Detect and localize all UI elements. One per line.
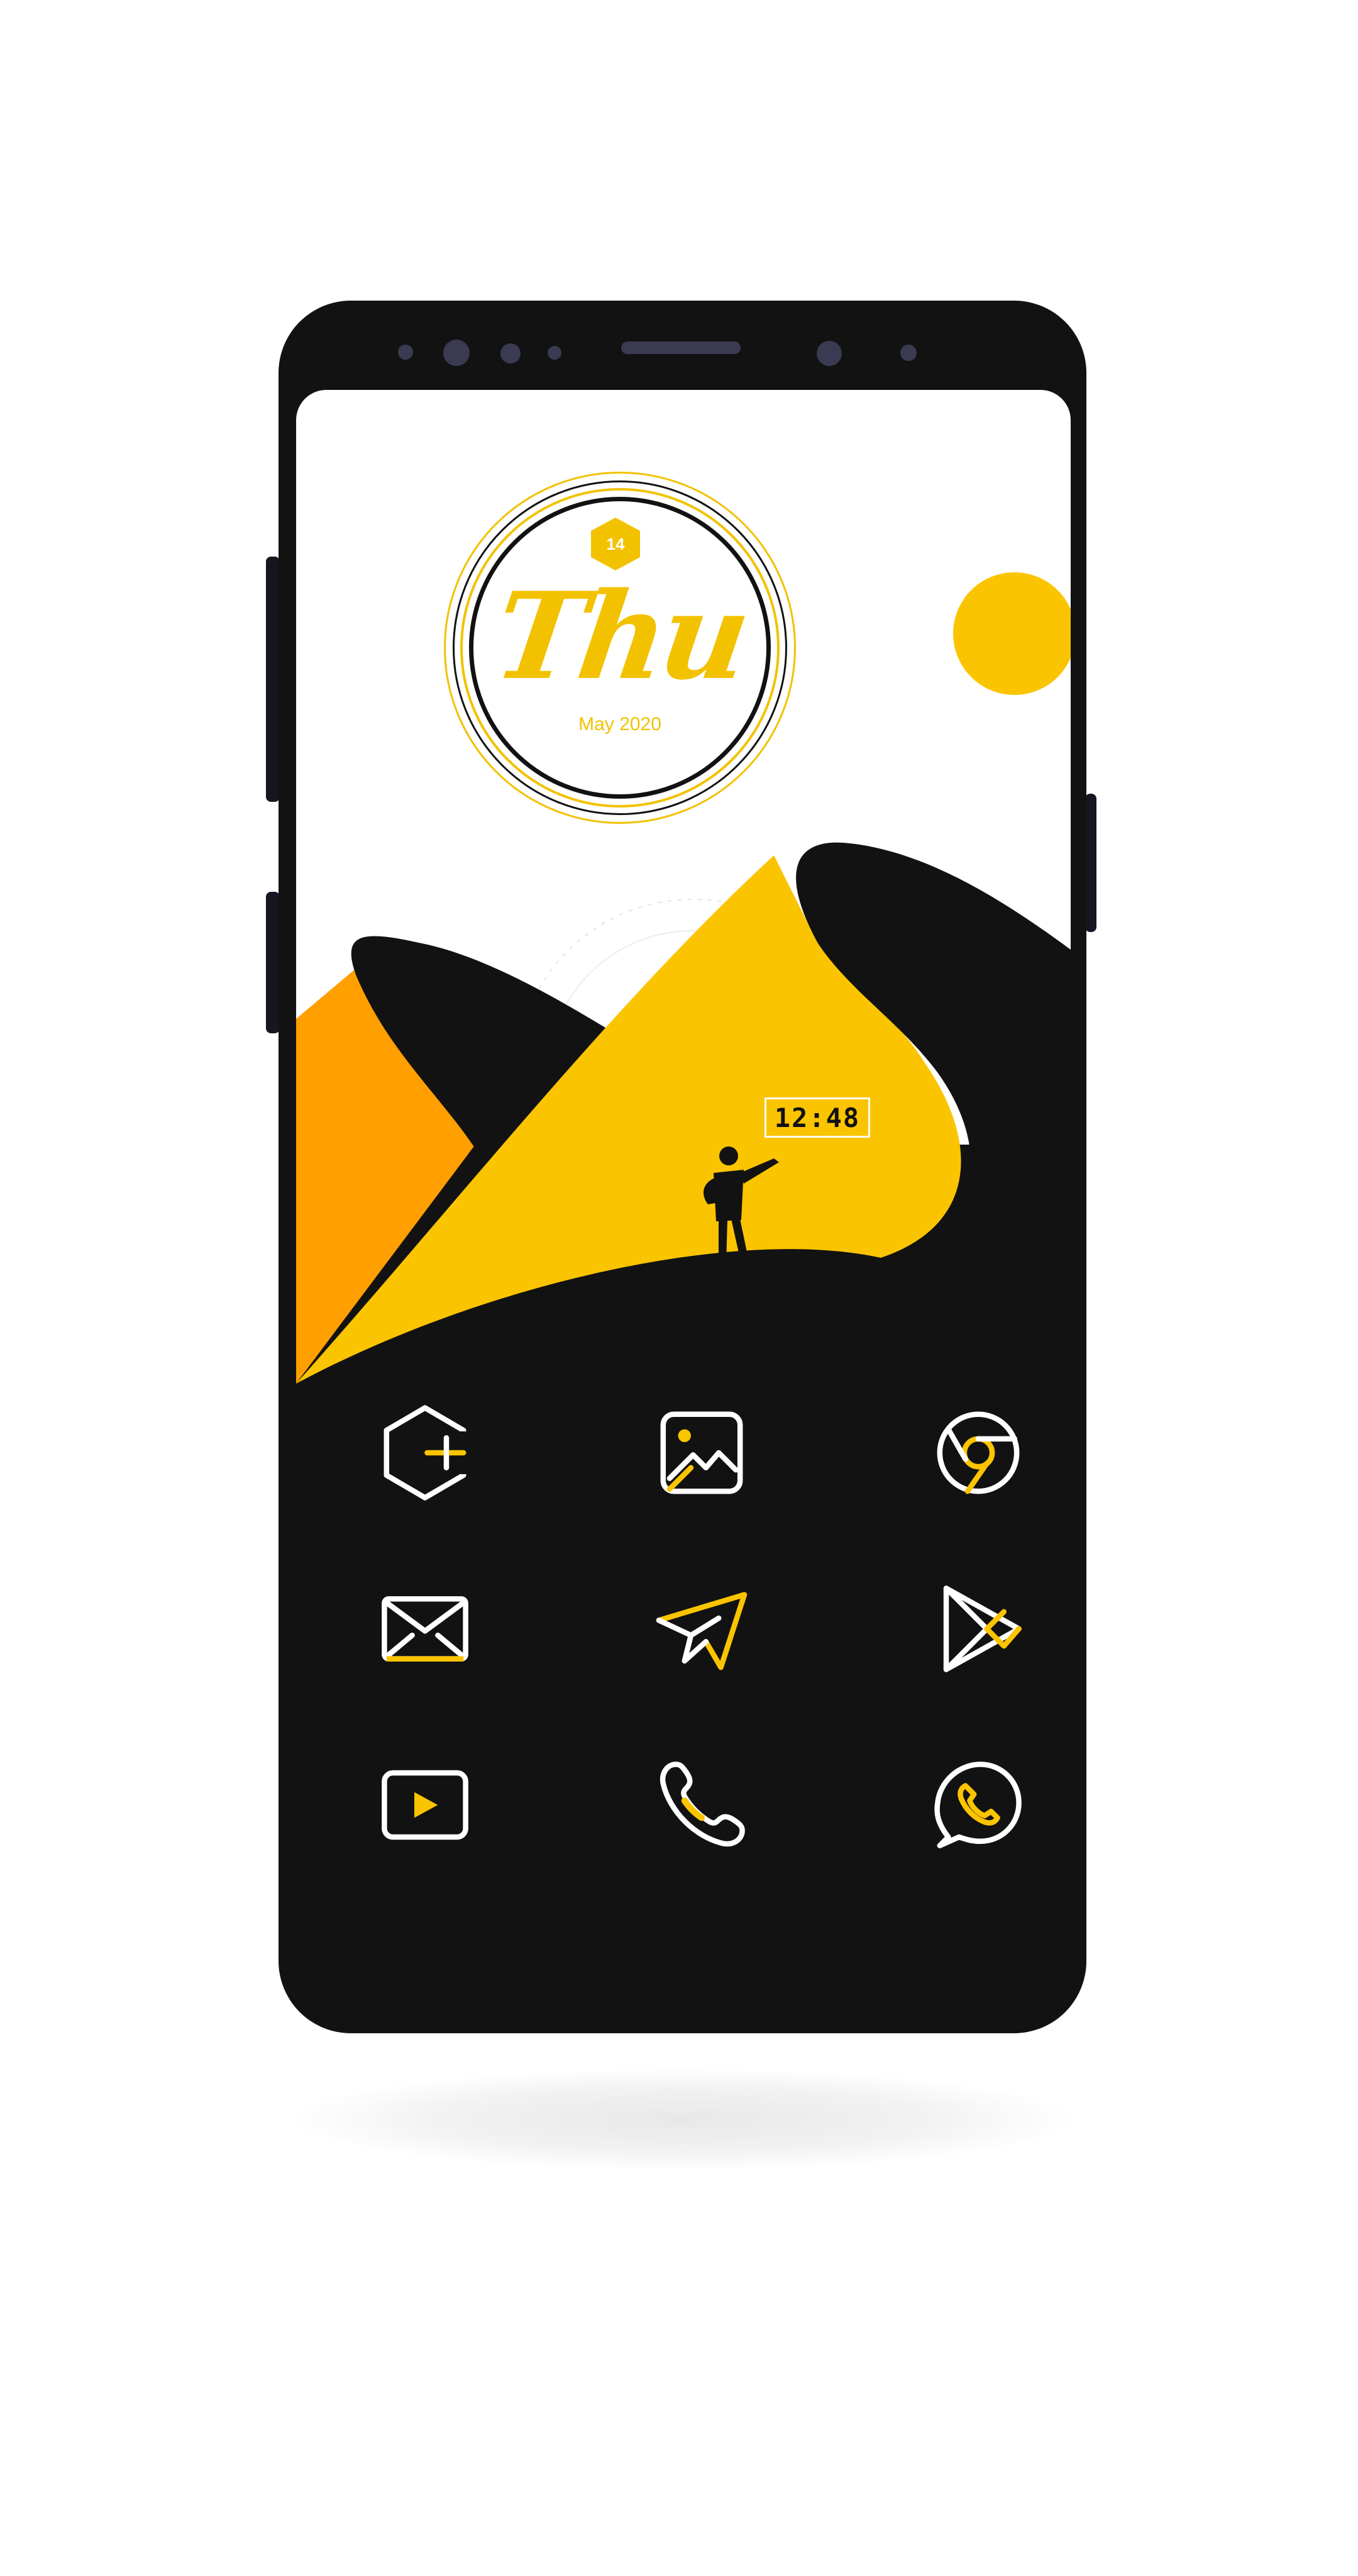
app-phone[interactable] [645, 1748, 758, 1862]
home-screen: 14 Thu May 2020 12:48 [296, 390, 1071, 1956]
app-settings[interactable] [368, 1396, 482, 1509]
gallery-icon [660, 1411, 743, 1494]
weekday-label: Thu [486, 566, 754, 706]
sensor-dot [500, 343, 521, 364]
hexagon-settings-icon [384, 1405, 468, 1501]
power-button [1085, 794, 1096, 932]
phone-frame: 14 Thu May 2020 12:48 [279, 301, 1086, 2033]
month-year-label: May 2020 [578, 714, 661, 735]
youtube-icon [382, 1770, 468, 1840]
whatsapp-icon [934, 1762, 1022, 1848]
volume-up-button [266, 557, 280, 802]
volume-down-button [266, 892, 280, 1033]
sensor-dot [548, 346, 561, 360]
paper-plane-icon [656, 1592, 748, 1670]
iris-scanner [817, 341, 842, 366]
mail-icon [382, 1596, 468, 1662]
app-email[interactable] [368, 1572, 482, 1685]
day-number: 14 [606, 534, 625, 553]
clock-time: 12:48 [774, 1102, 861, 1133]
app-chrome[interactable] [922, 1396, 1035, 1509]
earpiece-speaker [621, 341, 741, 354]
play-store-icon [943, 1585, 1022, 1672]
sensor-dot [398, 345, 413, 360]
phone-icon [660, 1762, 745, 1847]
chrome-icon [937, 1411, 1020, 1494]
sensor-dot [900, 345, 917, 361]
app-youtube[interactable] [368, 1748, 482, 1862]
device-mockup: 14 Thu May 2020 12:48 [0, 0, 1358, 2576]
sun [953, 572, 1071, 695]
clock-widget[interactable]: 12:48 [765, 1097, 870, 1138]
date-widget[interactable]: 14 Thu May 2020 [444, 472, 796, 824]
front-camera [443, 340, 470, 366]
app-play-store[interactable] [922, 1572, 1035, 1685]
app-telegram[interactable] [645, 1572, 758, 1685]
phone-shadow [295, 2069, 1069, 2170]
app-gallery[interactable] [645, 1396, 758, 1509]
app-whatsapp[interactable] [922, 1748, 1035, 1862]
